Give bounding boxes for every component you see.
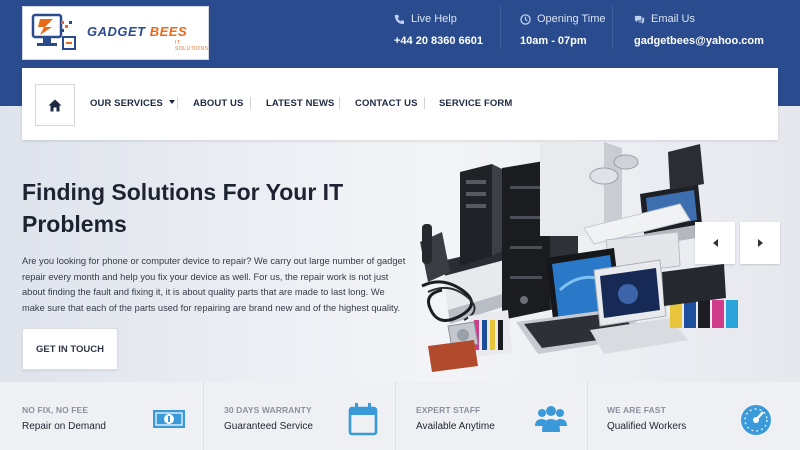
nav-divider: [250, 97, 251, 109]
opening-time-label: Opening Time: [537, 13, 606, 25]
feature-title: WE ARE FAST: [607, 405, 666, 415]
slider-prev-button[interactable]: [695, 222, 735, 264]
nav-divider: [339, 97, 340, 109]
logo-tagline: IT SOLUTIONS: [175, 40, 209, 52]
main-navigation: OUR SERVICES ABOUT US LATEST NEWS CONTAC…: [22, 68, 778, 140]
nav-our-services-label: OUR SERVICES: [90, 98, 163, 109]
team-icon: [535, 406, 567, 432]
feature-subtitle: Guaranteed Service: [224, 421, 313, 432]
nav-divider: [424, 97, 425, 109]
contact-live-help: Live Help +44 20 8360 6601: [394, 12, 483, 47]
money-icon: [153, 410, 185, 428]
email-value[interactable]: gadgetbees@yahoo.com: [634, 35, 764, 47]
nav-service-form[interactable]: SERVICE FORM: [439, 98, 512, 109]
feature-subtitle: Available Anytime: [416, 421, 495, 432]
feature-title: NO FIX, NO FEE: [22, 405, 89, 415]
feature-title: EXPERT STAFF: [416, 405, 481, 415]
contact-divider: [500, 6, 501, 48]
hero-description: Are you looking for phone or computer de…: [22, 256, 406, 313]
feature-divider: [395, 382, 396, 450]
nav-contact-us[interactable]: CONTACT US: [355, 98, 418, 109]
opening-time-value: 10am - 07pm: [520, 35, 587, 47]
contact-email: Email Us gadgetbees@yahoo.com: [634, 12, 764, 47]
live-help-label: Live Help: [411, 13, 457, 25]
logo-name-part1: GADGET: [87, 24, 146, 39]
feature-subtitle: Repair on Demand: [22, 421, 106, 432]
phone-icon: [394, 14, 405, 24]
chat-icon: [634, 15, 645, 24]
logo-mark-icon: [31, 13, 76, 50]
clock-icon: [520, 13, 531, 25]
feature-divider: [203, 382, 204, 450]
live-help-phone[interactable]: +44 20 8360 6601: [394, 35, 483, 47]
feature-expert-staff: EXPERT STAFF Available Anytime: [416, 382, 608, 450]
feature-subtitle: Qualified Workers: [607, 421, 687, 432]
chevron-right-icon: [757, 239, 763, 247]
calendar-icon: [348, 403, 378, 436]
nav-our-services[interactable]: OUR SERVICES: [90, 98, 175, 109]
feature-warranty: 30 DAYS WARRANTY Guaranteed Service: [224, 382, 416, 450]
contact-opening-time: Opening Time 10am - 07pm: [520, 12, 605, 47]
features-bar: NO FIX, NO FEE Repair on Demand 30 DAYS …: [0, 382, 800, 450]
speedometer-icon: [741, 405, 771, 435]
nav-divider: [177, 97, 178, 109]
contact-divider: [612, 6, 613, 48]
home-icon: [48, 99, 62, 111]
nav-about-us[interactable]: ABOUT US: [193, 98, 243, 109]
nav-latest-news[interactable]: LATEST NEWS: [266, 98, 334, 109]
home-button[interactable]: [35, 84, 75, 126]
slider-next-button[interactable]: [740, 222, 780, 264]
feature-title: 30 DAYS WARRANTY: [224, 405, 312, 415]
site-logo[interactable]: GADGET BEES IT SOLUTIONS: [22, 6, 209, 60]
feature-divider: [587, 382, 588, 450]
get-in-touch-button[interactable]: GET IN TOUCH: [22, 328, 118, 370]
email-label: Email Us: [651, 13, 696, 25]
chevron-down-icon: [168, 100, 175, 104]
logo-name: GADGET BEES: [87, 24, 187, 39]
chevron-left-icon: [712, 239, 718, 247]
logo-name-part2: BEES: [149, 24, 188, 39]
feature-we-are-fast: WE ARE FAST Qualified Workers: [607, 382, 799, 450]
hero-title: Finding Solutions For Your IT Problems: [22, 179, 344, 237]
feature-no-fix-no-fee: NO FIX, NO FEE Repair on Demand: [22, 382, 214, 450]
